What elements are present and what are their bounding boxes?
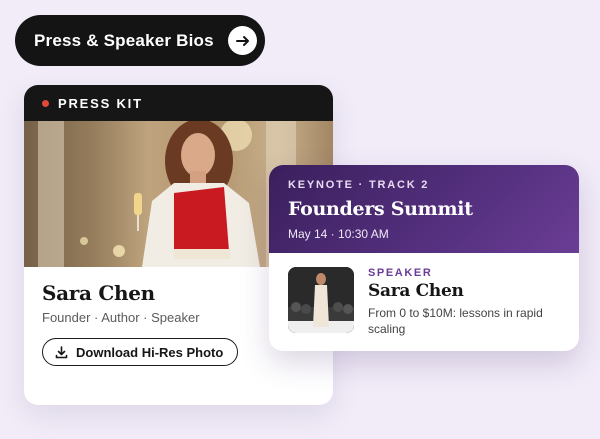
talk-title: From 0 to $10M: lessons in rapid scaling [368,306,543,336]
keynote-header: KEYNOTE · TRACK 2 Founders Summit May 14… [269,165,579,253]
event-title: Founders Summit [288,198,473,220]
download-icon [55,345,68,359]
press-kit-header: PRESS KIT [24,85,333,121]
status-dot [42,99,49,107]
press-speaker-bios-label: Press & Speaker Bios [34,30,214,50]
press-kit-label: PRESS KIT [58,95,143,111]
event-datetime: May 14 · 10:30 AM [288,227,389,241]
keynote-card: KEYNOTE · TRACK 2 Founders Summit May 14… [269,165,579,351]
arrow-right-icon [228,26,257,55]
keynote-speaker-name: Sara Chen [368,281,464,301]
speaker-thumbnail [288,267,354,333]
download-photo-button[interactable]: Download Hi-Res Photo [42,338,239,366]
speaker-tag: SPEAKER [368,267,433,279]
press-speaker-bios-button[interactable]: Press & Speaker Bios [15,15,265,66]
download-photo-label: Download Hi-Res Photo [76,344,224,360]
keynote-track: KEYNOTE · TRACK 2 [288,179,430,191]
